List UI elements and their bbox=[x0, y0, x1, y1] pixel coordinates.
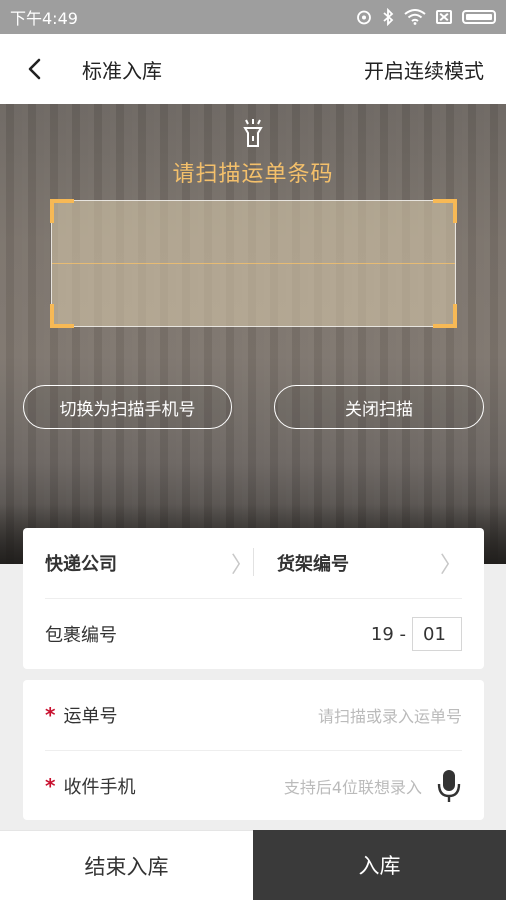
scan-line bbox=[52, 263, 455, 264]
battery-icon bbox=[462, 10, 496, 24]
bluetooth-icon bbox=[383, 8, 394, 26]
flashlight-icon[interactable] bbox=[241, 118, 265, 148]
frame-corner-top-right bbox=[433, 199, 457, 223]
waybill-label: 运单号 bbox=[63, 706, 118, 727]
bottom-bar: 结束入库 入库 bbox=[0, 830, 506, 900]
waybill-input[interactable]: 请扫描或录入运单号 bbox=[318, 703, 462, 727]
continuous-mode-button[interactable]: 开启连续模式 bbox=[364, 55, 484, 84]
back-button[interactable] bbox=[0, 34, 70, 104]
page-title: 标准入库 bbox=[82, 58, 162, 83]
required-mark: * bbox=[45, 703, 56, 727]
package-number-row: 包裹编号 19 - bbox=[23, 599, 484, 669]
scanner-view: 请扫描运单条码 切换为扫描手机号 关闭扫描 bbox=[0, 104, 506, 564]
status-icons bbox=[356, 8, 496, 26]
chevron-right-icon: 〉 bbox=[230, 553, 253, 578]
shelf-number-select[interactable]: 货架编号 〉 bbox=[277, 547, 462, 579]
switch-to-phone-scan-button[interactable]: 切换为扫描手机号 bbox=[23, 385, 232, 429]
end-stock-in-button[interactable]: 结束入库 bbox=[0, 830, 253, 900]
shelf-number-label: 货架编号 bbox=[277, 554, 349, 575]
status-bar: 下午4:49 bbox=[0, 0, 506, 34]
courier-company-select[interactable]: 快递公司 〉 bbox=[45, 547, 253, 579]
frame-corner-bottom-left bbox=[50, 304, 74, 328]
courier-shelf-row: 快递公司 〉 货架编号 〉 bbox=[23, 528, 484, 598]
stock-in-button[interactable]: 入库 bbox=[253, 830, 506, 900]
phone-row[interactable]: * 收件手机 支持后4位联想录入 bbox=[23, 751, 484, 821]
recipient-card: * 运单号 请扫描或录入运单号 * 收件手机 支持后4位联想录入 bbox=[23, 680, 484, 820]
phone-label: 收件手机 bbox=[63, 777, 136, 798]
chevron-left-icon bbox=[28, 58, 41, 80]
scan-hint: 请扫描运单条码 bbox=[172, 162, 334, 187]
no-sim-icon bbox=[436, 10, 452, 24]
frame-corner-bottom-right bbox=[433, 304, 457, 328]
package-number-input[interactable] bbox=[412, 617, 462, 651]
frame-corner-top-left bbox=[50, 199, 74, 223]
wifi-icon bbox=[404, 9, 426, 25]
package-number-prefix: 19 - bbox=[370, 623, 406, 645]
close-scan-button[interactable]: 关闭扫描 bbox=[274, 385, 484, 429]
alarm-icon bbox=[357, 10, 371, 25]
required-mark: * bbox=[45, 774, 56, 798]
header: 标准入库 开启连续模式 bbox=[0, 34, 506, 104]
scan-frame bbox=[50, 199, 457, 328]
package-number-label: 包裹编号 bbox=[45, 625, 117, 646]
status-time: 下午4:49 bbox=[10, 9, 78, 28]
courier-company-label: 快递公司 bbox=[45, 554, 117, 575]
parcel-info-card: 快递公司 〉 货架编号 〉 包裹编号 19 - bbox=[23, 528, 484, 669]
divider bbox=[253, 548, 254, 576]
phone-input[interactable]: 支持后4位联想录入 bbox=[284, 774, 422, 798]
chevron-right-icon: 〉 bbox=[439, 553, 462, 578]
microphone-icon[interactable] bbox=[436, 769, 462, 803]
waybill-row[interactable]: * 运单号 请扫描或录入运单号 bbox=[23, 680, 484, 750]
